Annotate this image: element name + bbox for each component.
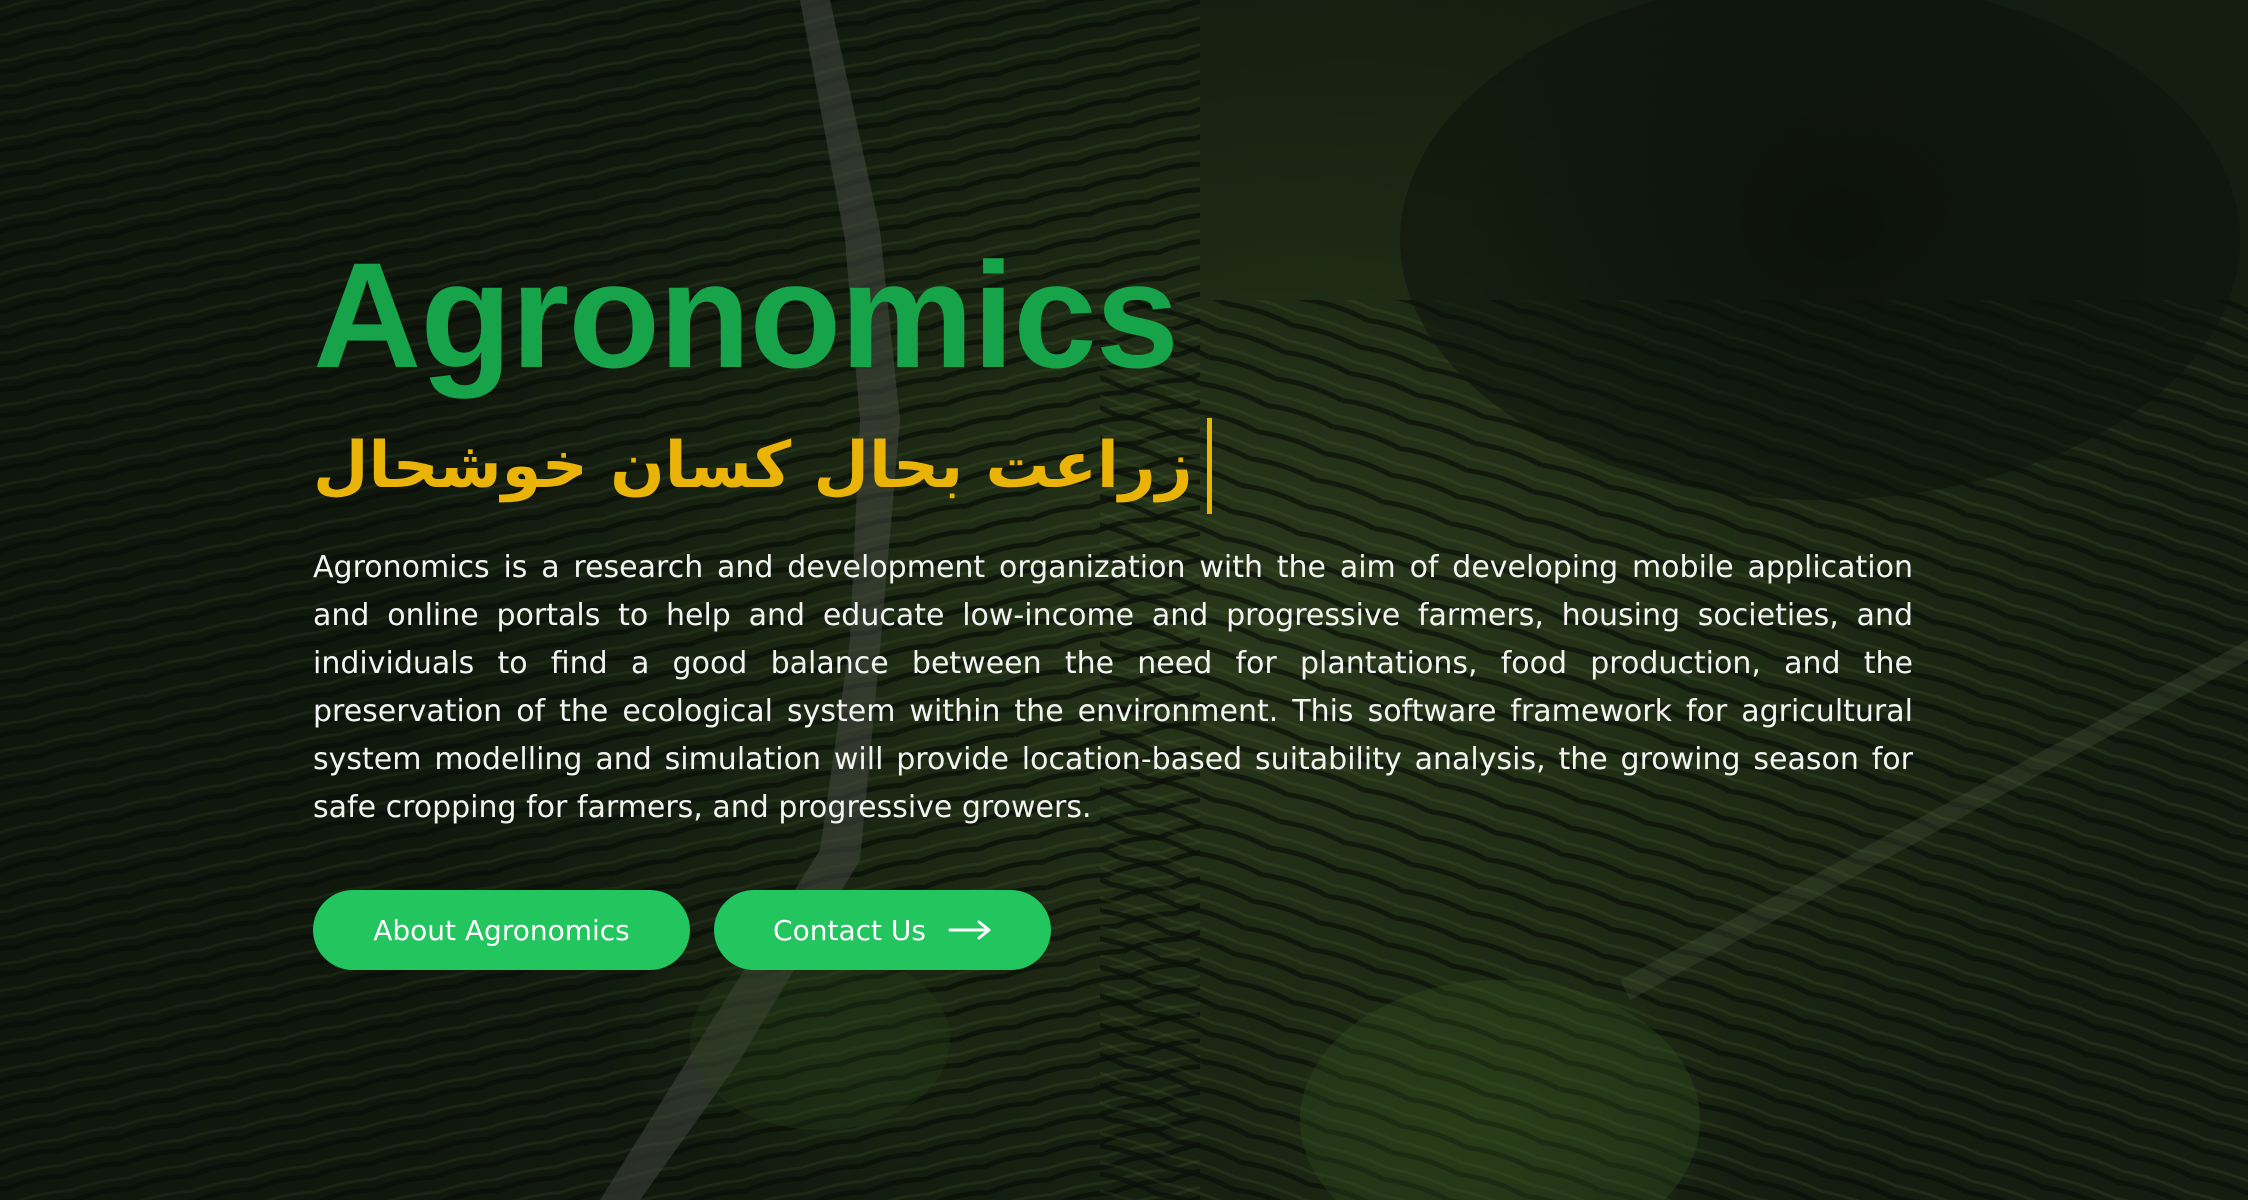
about-button-label: About Agronomics [373, 913, 630, 947]
page-title: Agronomics [313, 231, 1179, 399]
urdu-tagline: زراعت بحال کسان خوشحال [313, 429, 1193, 503]
tagline-row: زراعت بحال کسان خوشحال [313, 406, 1913, 526]
about-agronomics-button[interactable]: About Agronomics [313, 890, 690, 970]
hero-actions: About Agronomics Contact Us [313, 890, 1913, 970]
contact-us-button[interactable]: Contact Us [714, 890, 1051, 970]
hero-content: Agronomics زراعت بحال کسان خوشحال Agrono… [313, 230, 1913, 970]
typing-cursor [1206, 418, 1212, 514]
contact-button-label: Contact Us [773, 913, 926, 947]
arrow-right-icon [948, 920, 992, 940]
hero-section: Agronomics زراعت بحال کسان خوشحال Agrono… [0, 0, 2248, 1200]
hero-description: Agronomics is a research and development… [313, 550, 1913, 825]
